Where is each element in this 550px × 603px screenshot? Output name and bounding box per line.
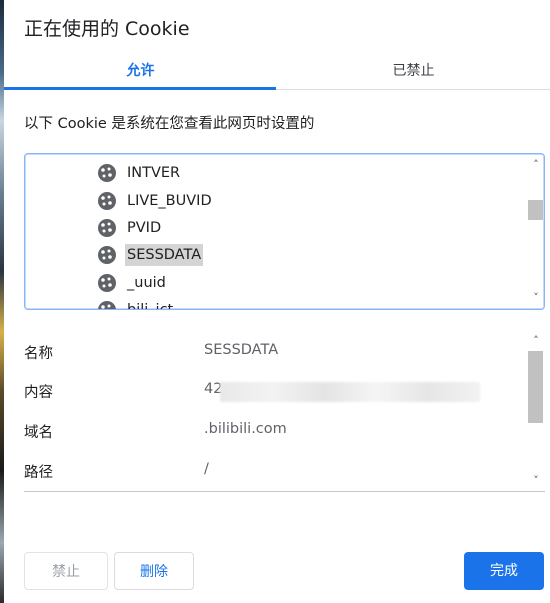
cookie-icon — [98, 301, 116, 309]
tab-allowed[interactable]: 允许 — [4, 58, 277, 88]
delete-button[interactable]: 删除 — [114, 552, 194, 590]
cookie-description: 以下 Cookie 是系统在您查看此网页时设置的 — [24, 116, 315, 132]
redacted-content — [220, 382, 480, 402]
cookies-dialog: 正在使用的 Cookie 允许 已禁止 以下 Cookie 是系统在您查看此网页… — [4, 0, 550, 603]
detail-label: 名称 — [24, 346, 53, 362]
cookie-icon — [98, 246, 116, 264]
dialog-title: 正在使用的 Cookie — [24, 18, 190, 40]
cookie-name: PVID — [127, 220, 162, 236]
cookie-item[interactable]: PVID — [97, 217, 163, 239]
cookie-icon — [98, 192, 116, 210]
cookie-name: LIVE_BUVID — [127, 193, 212, 209]
detail-label: 路径 — [24, 465, 53, 481]
detail-label: 内容 — [24, 385, 53, 401]
cookie-name: _uuid — [127, 275, 166, 291]
cookie-name: INTVER — [127, 165, 181, 181]
detail-row-domain: 域名 .bilibili.com — [24, 421, 514, 443]
tab-bar: 允许 已禁止 — [4, 58, 550, 90]
cookie-list[interactable]: INTVER LIVE_BUVID PVID SESSDATA _uuid bi… — [24, 153, 545, 310]
detail-value: / — [204, 461, 209, 477]
cookie-item[interactable]: bili_jct — [97, 299, 175, 310]
detail-row-content: 内容 42 — [24, 381, 514, 403]
scrollbar-thumb[interactable] — [528, 200, 543, 220]
detail-label: 域名 — [24, 425, 53, 441]
cookie-item-selected[interactable]: SESSDATA — [97, 244, 204, 266]
detail-row-name: 名称 SESSDATA — [24, 342, 514, 364]
chevron-down-icon[interactable]: ˅ — [530, 475, 542, 487]
chevron-up-icon[interactable]: ˄ — [530, 335, 542, 347]
cookie-icon — [98, 274, 116, 292]
block-button[interactable]: 禁止 — [24, 552, 108, 590]
cookie-details: 名称 SESSDATA 内容 42 域名 .bilibili.com 路径 / … — [24, 330, 545, 492]
cookie-item[interactable]: _uuid — [97, 272, 168, 294]
cookie-item[interactable]: LIVE_BUVID — [97, 190, 214, 212]
details-scrollbar[interactable]: ˄ ˅ — [525, 330, 545, 491]
chevron-down-icon[interactable]: ˅ — [530, 292, 542, 304]
active-tab-indicator — [4, 87, 276, 90]
detail-value: .bilibili.com — [204, 421, 287, 437]
scrollbar-thumb[interactable] — [528, 351, 543, 423]
cookie-name: bili_jct — [127, 302, 174, 310]
cookie-item[interactable]: INTVER — [97, 162, 182, 184]
detail-row-path: 路径 / — [24, 461, 514, 483]
chevron-up-icon[interactable]: ˄ — [530, 159, 542, 171]
cookie-icon — [98, 219, 116, 237]
cookie-list-scrollbar[interactable]: ˄ ˅ — [527, 154, 544, 309]
detail-value: SESSDATA — [204, 342, 279, 358]
done-button[interactable]: 完成 — [464, 552, 544, 590]
cookie-icon — [98, 164, 116, 182]
tab-blocked[interactable]: 已禁止 — [277, 58, 550, 88]
cookie-name: SESSDATA — [125, 244, 204, 266]
